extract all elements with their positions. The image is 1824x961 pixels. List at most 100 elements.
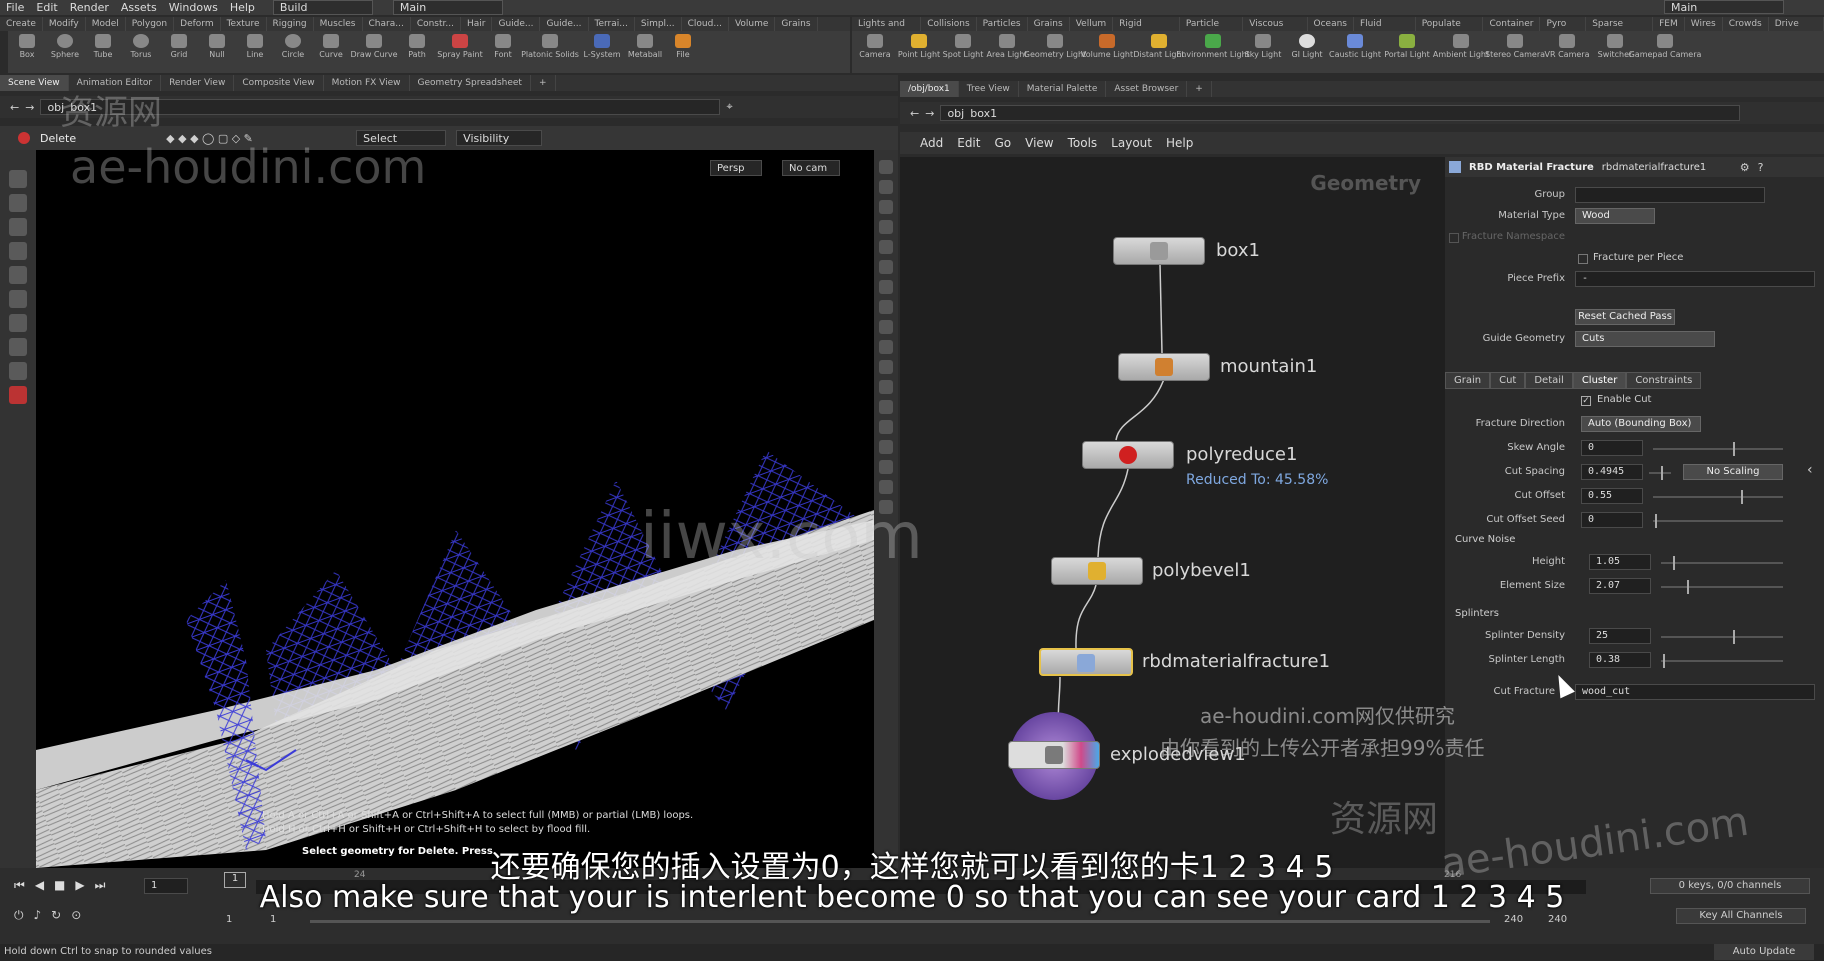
splinter-density-field[interactable]: 25 <box>1589 628 1651 644</box>
add-tab-button[interactable]: + <box>531 75 556 91</box>
tool-file[interactable]: File <box>664 31 702 73</box>
shelf-tab[interactable]: Hair <box>461 17 493 31</box>
back-arrow-icon[interactable]: ← <box>910 107 919 120</box>
tab-tree-view[interactable]: Tree View <box>959 81 1019 97</box>
group-field[interactable] <box>1575 187 1765 203</box>
shelf-tab[interactable]: Grains <box>775 17 818 31</box>
network-path-field[interactable]: obj box1 <box>940 105 1741 121</box>
tool-l-system[interactable]: L-System <box>578 31 626 73</box>
tab-motion-fx-view[interactable]: Motion FX View <box>324 75 410 91</box>
tool-box[interactable]: Box <box>8 31 46 73</box>
shelf-tab[interactable]: Rigid Bodies <box>1113 17 1180 43</box>
shelf-tab[interactable]: Terrai... <box>589 17 635 31</box>
shelf-tab[interactable]: FEM <box>1653 17 1685 31</box>
tool-circle[interactable]: Circle <box>274 31 312 73</box>
node-mountain1[interactable] <box>1118 353 1210 381</box>
shelf-tab[interactable]: Container <box>1483 17 1541 31</box>
cut-offset-seed-field[interactable]: 0 <box>1581 512 1643 528</box>
tool-vr-camera[interactable]: VR Camera <box>1544 31 1590 73</box>
shelf-tab[interactable]: Muscles <box>314 17 363 31</box>
tool-tube[interactable]: Tube <box>84 31 122 73</box>
tab-asset-browser[interactable]: Asset Browser <box>1106 81 1188 97</box>
menu-render[interactable]: Render <box>64 1 115 14</box>
menu-add[interactable]: Add <box>920 136 943 150</box>
fracture-namespace-checkbox[interactable] <box>1449 233 1459 243</box>
menu-go[interactable]: Go <box>994 136 1011 150</box>
tool-sphere[interactable]: Sphere <box>46 31 84 73</box>
guide-geometry-dropdown[interactable]: Cuts <box>1575 331 1715 347</box>
fracture-per-piece-checkbox[interactable] <box>1578 254 1588 264</box>
shelf-tab[interactable]: Guide... <box>492 17 541 31</box>
tab-cut[interactable]: Cut <box>1490 372 1526 389</box>
camera-menu[interactable]: No cam <box>782 160 840 176</box>
lock-icon[interactable] <box>879 200 893 214</box>
handle-tool-icon[interactable] <box>9 338 27 356</box>
element-size-field[interactable]: 2.07 <box>1589 578 1651 594</box>
shelf-tab[interactable]: Cloud... <box>682 17 729 31</box>
shelf-tab[interactable]: Polygon <box>126 17 175 31</box>
cut-fracture-field[interactable]: wood_cut <box>1575 684 1815 700</box>
enable-cut-checkbox[interactable]: ✓ <box>1581 396 1591 406</box>
display-option-icon[interactable] <box>879 320 893 334</box>
cut-spacing-slider[interactable] <box>1649 466 1671 480</box>
visibility-dropdown[interactable]: Visibility <box>456 130 543 146</box>
select-tool-icon[interactable] <box>9 170 27 188</box>
menu-view[interactable]: View <box>1025 136 1053 150</box>
pointer-tool-icon[interactable] <box>9 242 27 260</box>
tool-spray-paint[interactable]: Spray Paint <box>436 31 484 73</box>
shelf-tab[interactable]: Oceans <box>1308 17 1354 31</box>
skew-angle-slider[interactable] <box>1653 442 1783 456</box>
tool-stereo-camera[interactable]: Stereo Camera <box>1485 31 1545 73</box>
help-icon[interactable]: ? <box>1758 161 1764 174</box>
tool-portal-light[interactable]: Portal Light <box>1384 31 1430 73</box>
shelf-tab[interactable]: Crowds <box>1723 17 1769 31</box>
display-option-icon[interactable] <box>879 360 893 374</box>
snap-tool-icon[interactable] <box>9 362 27 380</box>
shelf-tab[interactable]: Chara... <box>363 17 411 31</box>
shelf-tab[interactable]: Drive Sim <box>1769 17 1824 43</box>
brush-tool-icon[interactable] <box>9 290 27 308</box>
display-option-icon[interactable] <box>879 180 893 194</box>
pose-tool-icon[interactable] <box>9 314 27 332</box>
height-slider[interactable] <box>1661 556 1783 570</box>
shelf-tab[interactable]: Wires <box>1685 17 1723 31</box>
display-option-icon[interactable] <box>879 460 893 474</box>
shelf-tab[interactable]: Particle Fl... <box>1180 17 1244 43</box>
display-option-icon[interactable] <box>879 380 893 394</box>
shelf-tab[interactable]: Guide... <box>540 17 589 31</box>
end-frame-label[interactable]: 240 <box>1504 914 1523 925</box>
cut-offset-seed-slider[interactable] <box>1653 514 1783 528</box>
cut-offset-slider[interactable] <box>1653 490 1783 504</box>
pin-icon[interactable]: ⌖ <box>726 100 732 114</box>
shelf-tab[interactable]: Grains <box>1028 17 1070 31</box>
tab-render-view[interactable]: Render View <box>161 75 235 91</box>
path-node[interactable]: box1 <box>970 107 997 120</box>
tool-volume-light[interactable]: Volume Light <box>1081 31 1133 73</box>
tool-gi-light[interactable]: GI Light <box>1288 31 1326 73</box>
tab-cluster[interactable]: Cluster <box>1572 372 1627 389</box>
cut-offset-field[interactable]: 0.55 <box>1581 488 1643 504</box>
tool-null[interactable]: Null <box>198 31 236 73</box>
end-frame-label-2[interactable]: 240 <box>1548 914 1567 925</box>
tool-distant-light[interactable]: Distant Light <box>1133 31 1185 73</box>
desktop-selector-right[interactable]: Main <box>1664 0 1784 14</box>
node-explodedview1[interactable] <box>1008 741 1100 769</box>
menu-windows[interactable]: Windows <box>163 1 224 14</box>
display-option-icon[interactable] <box>879 480 893 494</box>
tab-detail[interactable]: Detail <box>1525 372 1573 389</box>
material-type-dropdown[interactable]: Wood <box>1575 208 1655 224</box>
display-option-icon[interactable] <box>879 300 893 314</box>
shelf-tab[interactable]: Modify <box>43 17 86 31</box>
tab-scene-view[interactable]: Scene View <box>0 75 69 91</box>
range-slider[interactable] <box>310 920 1490 923</box>
tool-gamepad-camera[interactable]: Gamepad Camera <box>1629 31 1701 73</box>
back-arrow-icon[interactable]: ← <box>10 101 19 114</box>
shelf-tab[interactable]: Particles <box>977 17 1028 31</box>
shelf-tab[interactable]: Fluid Con... <box>1354 17 1416 43</box>
forward-arrow-icon[interactable]: → <box>25 101 34 114</box>
tool-line[interactable]: Line <box>236 31 274 73</box>
tool-camera[interactable]: Camera <box>856 31 894 73</box>
node-name-field[interactable]: rbdmaterialfracture1 <box>1602 162 1732 173</box>
persp-menu[interactable]: Persp <box>710 160 762 176</box>
tool-metaball[interactable]: Metaball <box>626 31 664 73</box>
